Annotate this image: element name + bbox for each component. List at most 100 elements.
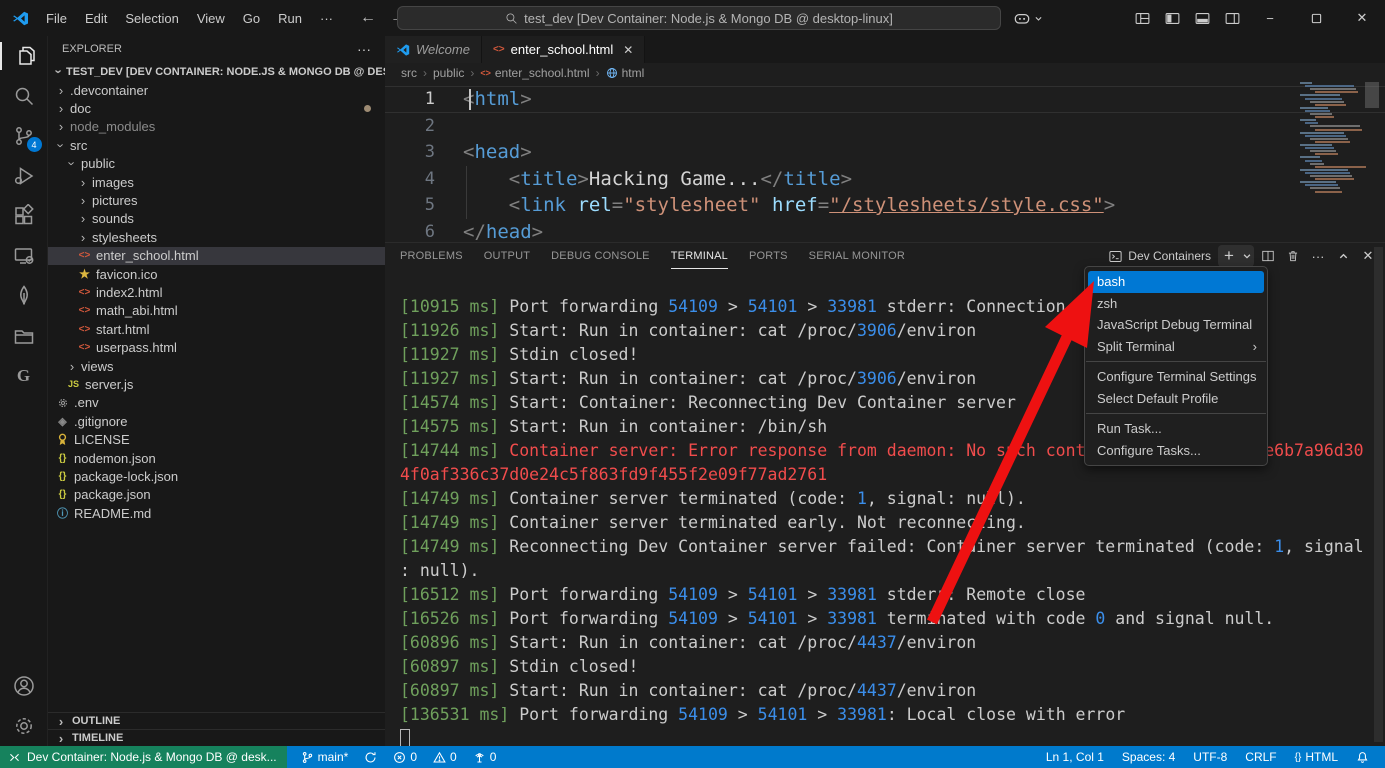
terminal-scrollbar[interactable] bbox=[1374, 247, 1383, 742]
explorer-file-enter-school-html[interactable]: <>enter_school.html bbox=[48, 247, 385, 265]
menu-go[interactable]: Go bbox=[234, 0, 269, 36]
explorer-file-nodemon-json[interactable]: {}nodemon.json bbox=[48, 449, 385, 467]
eol-status[interactable]: CRLF bbox=[1239, 750, 1282, 764]
explorer-file-package-json[interactable]: {}package.json bbox=[48, 486, 385, 504]
explorer-file-math-abi-html[interactable]: <>math_abi.html bbox=[48, 302, 385, 320]
maximize-panel-button[interactable] bbox=[1332, 245, 1354, 267]
sidebar-item-search[interactable] bbox=[0, 76, 48, 116]
language-mode-status[interactable]: {} HTML bbox=[1289, 750, 1344, 764]
explorer-file-start-html[interactable]: <>start.html bbox=[48, 320, 385, 338]
sidebar-item-containers[interactable] bbox=[0, 316, 48, 356]
copilot-button[interactable] bbox=[1012, 6, 1043, 30]
explorer-folder-public[interactable]: ›public bbox=[48, 155, 385, 173]
explorer-file-server-js[interactable]: JSserver.js bbox=[48, 375, 385, 393]
explorer-file-index2-html[interactable]: <>index2.html bbox=[48, 283, 385, 301]
tab-welcome[interactable]: Welcome bbox=[385, 36, 482, 63]
section-timeline[interactable]: ›TIMELINE bbox=[48, 729, 385, 746]
new-terminal-button[interactable]: + bbox=[1218, 245, 1240, 267]
explorer-folder-stylesheets[interactable]: ›stylesheets bbox=[48, 228, 385, 246]
cursor-position-status[interactable]: Ln 1, Col 1 bbox=[1040, 750, 1110, 764]
explorer-more-icon[interactable]: ··· bbox=[357, 41, 371, 57]
explorer-folder--devcontainer[interactable]: ›.devcontainer bbox=[48, 81, 385, 99]
panel-tab-ports[interactable]: PORTS bbox=[749, 243, 788, 269]
panel-more-actions-button[interactable]: ··· bbox=[1307, 245, 1329, 267]
tab-enter-school-html[interactable]: <>enter_school.html✕ bbox=[482, 36, 645, 63]
section-outline[interactable]: ›OUTLINE bbox=[48, 712, 385, 729]
sync-icon[interactable] bbox=[358, 751, 383, 764]
indent-guide bbox=[466, 166, 467, 219]
minimap[interactable] bbox=[1297, 82, 1363, 232]
sidebar-item-explorer[interactable] bbox=[0, 36, 48, 76]
settings-gear-icon[interactable] bbox=[0, 706, 48, 746]
close-tab-icon[interactable]: ✕ bbox=[623, 43, 633, 57]
menu-run[interactable]: Run bbox=[269, 0, 311, 36]
explorer-file-userpass-html[interactable]: <>userpass.html bbox=[48, 338, 385, 356]
explorer-file-favicon-ico[interactable]: ★favicon.ico bbox=[48, 265, 385, 283]
menu-item-split-terminal[interactable]: Split Terminal› bbox=[1085, 336, 1267, 358]
explorer-folder-doc[interactable]: ›doc bbox=[48, 99, 385, 117]
sidebar-item-run-debug[interactable] bbox=[0, 156, 48, 196]
minimize-button[interactable]: − bbox=[1247, 0, 1293, 36]
explorer-file--gitignore[interactable]: ◈.gitignore bbox=[48, 412, 385, 430]
maximize-button[interactable] bbox=[1293, 0, 1339, 36]
sidebar-item-source-control[interactable]: 4 bbox=[0, 116, 48, 156]
close-window-button[interactable]: ✕ bbox=[1339, 0, 1385, 36]
sidebar-item-gitlens[interactable]: G bbox=[0, 356, 48, 396]
explorer-folder-images[interactable]: ›images bbox=[48, 173, 385, 191]
explorer-folder-sounds[interactable]: ›sounds bbox=[48, 210, 385, 228]
explorer-root-folder[interactable]: › TEST_DEV [DEV CONTAINER: NODE.JS & MON… bbox=[48, 62, 385, 81]
panel-tab-terminal[interactable]: TERMINAL bbox=[671, 243, 728, 269]
terminal-profile-dropdown-button[interactable] bbox=[1240, 245, 1254, 267]
menu-item-bash[interactable]: bash bbox=[1088, 271, 1264, 293]
panel-tab-problems[interactable]: PROBLEMS bbox=[400, 243, 463, 269]
menu-[interactable]: ··· bbox=[311, 0, 342, 36]
errors-status[interactable]: 0 bbox=[387, 750, 423, 764]
menu-item-javascript-debug-terminal[interactable]: JavaScript Debug Terminal bbox=[1085, 314, 1267, 336]
editor-scrollbar[interactable] bbox=[1365, 82, 1379, 108]
breadcrumb-item-html[interactable]: html bbox=[606, 66, 645, 80]
warnings-status[interactable]: 0 bbox=[427, 750, 463, 764]
toggle-panel-icon[interactable] bbox=[1187, 0, 1217, 36]
breadcrumb-item-public[interactable]: public bbox=[433, 66, 464, 80]
sidebar-item-mongodb[interactable] bbox=[0, 276, 48, 316]
explorer-file-license[interactable]: LICENSE bbox=[48, 430, 385, 448]
customize-layout-icon[interactable] bbox=[1127, 0, 1157, 36]
menu-item-zsh[interactable]: zsh bbox=[1085, 293, 1267, 315]
panel-tab-debug-console[interactable]: DEBUG CONSOLE bbox=[551, 243, 650, 269]
panel-tab-serial-monitor[interactable]: SERIAL MONITOR bbox=[809, 243, 905, 269]
explorer-file-readme-md[interactable]: ⓘREADME.md bbox=[48, 504, 385, 522]
remote-indicator[interactable]: Dev Container: Node.js & Mongo DB @ desk… bbox=[0, 746, 287, 768]
menu-item-configure-terminal-settings[interactable]: Configure Terminal Settings bbox=[1085, 366, 1267, 388]
sidebar-item-extensions[interactable] bbox=[0, 196, 48, 236]
explorer-folder-src[interactable]: ›src bbox=[48, 136, 385, 154]
explorer-file--env[interactable]: .env bbox=[48, 394, 385, 412]
toggle-secondary-sidebar-icon[interactable] bbox=[1217, 0, 1247, 36]
git-branch-status[interactable]: main* bbox=[295, 750, 355, 764]
sidebar-item-remote-explorer[interactable] bbox=[0, 236, 48, 276]
explorer-file-package-lock-json[interactable]: {}package-lock.json bbox=[48, 467, 385, 485]
command-center-search[interactable]: test_dev [Dev Container: Node.js & Mongo… bbox=[397, 6, 1001, 30]
panel-tab-output[interactable]: OUTPUT bbox=[484, 243, 530, 269]
forwarded-ports-status[interactable]: 0 bbox=[467, 750, 503, 764]
breadcrumb-item-enter-school-html[interactable]: <>enter_school.html bbox=[480, 66, 589, 80]
code-editor[interactable]: 1<html>23<head>4 <title>Hacking Game...<… bbox=[385, 83, 1385, 242]
back-arrow-button[interactable]: ← bbox=[360, 9, 376, 27]
indentation-status[interactable]: Spaces: 4 bbox=[1116, 750, 1181, 764]
menu-item-configure-tasks---[interactable]: Configure Tasks... bbox=[1085, 440, 1267, 462]
menu-item-run-task---[interactable]: Run Task... bbox=[1085, 418, 1267, 440]
notifications-bell-icon[interactable] bbox=[1350, 751, 1375, 764]
menu-file[interactable]: File bbox=[37, 0, 76, 36]
explorer-folder-views[interactable]: ›views bbox=[48, 357, 385, 375]
kill-terminal-button[interactable] bbox=[1282, 245, 1304, 267]
split-terminal-button[interactable] bbox=[1257, 245, 1279, 267]
breadcrumb-item-src[interactable]: src bbox=[401, 66, 417, 80]
explorer-folder-node-modules[interactable]: ›node_modules bbox=[48, 118, 385, 136]
menu-edit[interactable]: Edit bbox=[76, 0, 116, 36]
explorer-folder-pictures[interactable]: ›pictures bbox=[48, 191, 385, 209]
menu-view[interactable]: View bbox=[188, 0, 234, 36]
encoding-status[interactable]: UTF-8 bbox=[1187, 750, 1233, 764]
accounts-icon[interactable] bbox=[0, 666, 48, 706]
menu-selection[interactable]: Selection bbox=[116, 0, 187, 36]
menu-item-select-default-profile[interactable]: Select Default Profile bbox=[1085, 388, 1267, 410]
toggle-primary-sidebar-icon[interactable] bbox=[1157, 0, 1187, 36]
